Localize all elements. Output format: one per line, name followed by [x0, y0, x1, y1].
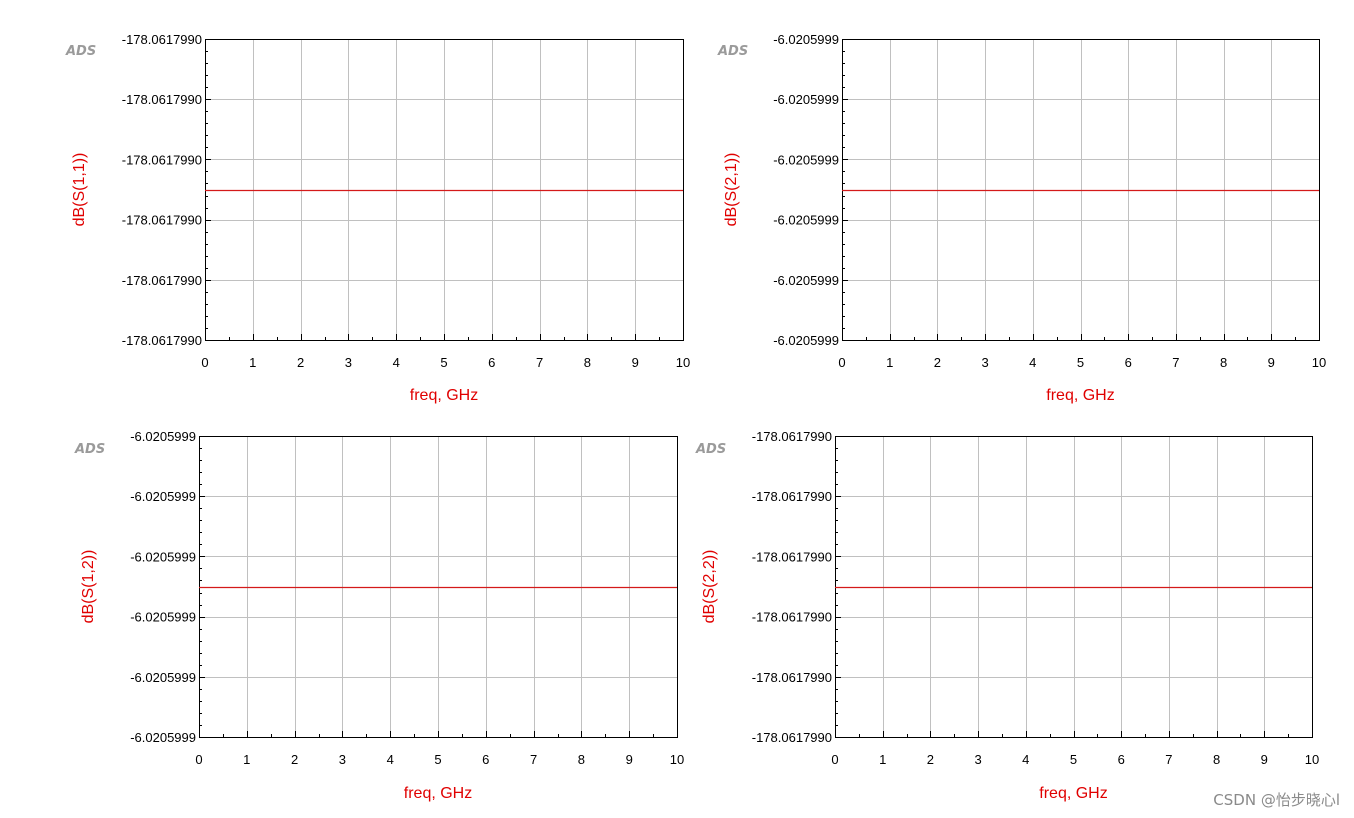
- x-tick-label: 1: [886, 355, 893, 370]
- y-tick-label: -178.0617990: [752, 429, 832, 444]
- y-tick-label: -6.0205999: [130, 549, 196, 564]
- y-tick-label: -6.0205999: [130, 610, 196, 625]
- x-tick-label: 3: [339, 752, 346, 767]
- x-axis-title: freq, GHz: [1039, 785, 1107, 802]
- x-tick-label: 1: [879, 752, 886, 767]
- x-tick-label: 4: [393, 355, 400, 370]
- y-tick-label: -6.0205999: [130, 670, 196, 685]
- x-tick-label: 8: [1220, 355, 1227, 370]
- y-tick-label: -178.0617990: [122, 32, 202, 47]
- x-tick-label: 10: [676, 355, 690, 370]
- x-tick-label: 10: [1312, 355, 1326, 370]
- x-tick-label: 10: [670, 752, 684, 767]
- ads-plot-canvas: 0 1 2 3 4 5 6 7 8 9 10-178.0617990-178.0617990-178…: [65, 32, 1326, 802]
- x-tick-label: 8: [1213, 752, 1220, 767]
- x-tick-label: 2: [934, 355, 941, 370]
- y-tick-label: -6.0205999: [130, 429, 196, 444]
- y-tick-label: -6.0205999: [130, 489, 196, 504]
- x-tick-label: 0: [831, 752, 838, 767]
- y-tick-label: -6.0205999: [773, 333, 839, 348]
- plot-3: 0 1 2 3 4 5 6 7 8 9 10 -6.0205999 -6.0205999 -6.02059…: [74, 429, 684, 802]
- ads-logo: ADS: [717, 44, 748, 59]
- x-tick-label: 7: [1165, 752, 1172, 767]
- y-tick-label: -6.0205999: [773, 273, 839, 288]
- x-tick-label: 7: [530, 752, 537, 767]
- x-axis-title: freq, GHz: [404, 785, 472, 802]
- x-tick-label: 5: [1077, 355, 1084, 370]
- plot-1: 0 1 2 3 4 5 6 7 8 9 10 -178.0617990 -178.0617990 -178…: [65, 32, 690, 404]
- x-tick-label: 9: [632, 355, 639, 370]
- x-tick-label: 9: [1268, 355, 1275, 370]
- x-tick-label: 5: [440, 355, 447, 370]
- x-tick-label: 6: [488, 355, 495, 370]
- ads-logo: ADS: [74, 442, 105, 457]
- x-tick-label: 10: [1305, 752, 1319, 767]
- y-axis-title: dB(S(2,2)): [701, 550, 718, 624]
- y-tick-label: -6.0205999: [773, 92, 839, 107]
- x-tick-label: 4: [1029, 355, 1036, 370]
- x-tick-label: 2: [291, 752, 298, 767]
- x-tick-label: 9: [1261, 752, 1268, 767]
- ads-logo: ADS: [65, 44, 96, 59]
- x-tick-label: 1: [243, 752, 250, 767]
- x-tick-label: 0: [201, 355, 208, 370]
- y-axis-title: dB(S(1,2)): [80, 550, 97, 624]
- y-tick-label: -178.0617990: [752, 610, 832, 625]
- x-tick-label: 4: [387, 752, 394, 767]
- x-tick-label: 0: [195, 752, 202, 767]
- x-tick-label: 7: [536, 355, 543, 370]
- x-tick-label: 0: [838, 355, 845, 370]
- x-tick-label: 6: [482, 752, 489, 767]
- y-tick-label: -178.0617990: [752, 670, 832, 685]
- y-tick-label: -178.0617990: [752, 549, 832, 564]
- x-tick-label: 2: [297, 355, 304, 370]
- x-tick-label: 3: [974, 752, 981, 767]
- x-tick-label: 6: [1125, 355, 1132, 370]
- x-tick-label: 3: [345, 355, 352, 370]
- x-tick-label: 1: [249, 355, 256, 370]
- x-tick-label: 5: [1070, 752, 1077, 767]
- y-tick-label: -178.0617990: [122, 273, 202, 288]
- y-tick-label: -178.0617990: [752, 730, 832, 745]
- y-tick-label: -178.0617990: [752, 489, 832, 504]
- x-axis-title: freq, GHz: [1046, 387, 1114, 404]
- y-axis-title: dB(S(1,1)): [71, 153, 88, 227]
- y-tick-label: -6.0205999: [773, 32, 839, 47]
- x-tick-label: 2: [927, 752, 934, 767]
- x-tick-label: 3: [981, 355, 988, 370]
- x-tick-label: 8: [584, 355, 591, 370]
- y-tick-label: -6.0205999: [773, 213, 839, 228]
- x-tick-label: 9: [626, 752, 633, 767]
- y-tick-label: -178.0617990: [122, 213, 202, 228]
- y-tick-label: -6.0205999: [773, 152, 839, 167]
- plot-2: 0 1 2 3 4 5 6 7 8 9 10 -6.0205999 -6.0205999 -6.02059…: [717, 32, 1326, 404]
- y-tick-label: -6.0205999: [130, 730, 196, 745]
- x-tick-label: 7: [1172, 355, 1179, 370]
- x-tick-label: 8: [578, 752, 585, 767]
- y-tick-label: -178.0617990: [122, 92, 202, 107]
- ads-logo: ADS: [695, 442, 726, 457]
- y-tick-label: -178.0617990: [122, 333, 202, 348]
- x-tick-label: 4: [1022, 752, 1029, 767]
- x-tick-label: 5: [434, 752, 441, 767]
- x-tick-label: 6: [1118, 752, 1125, 767]
- y-tick-label: -178.0617990: [122, 152, 202, 167]
- csdn-watermark: CSDN @怡步晓心l: [1213, 791, 1340, 809]
- plot-4: 0 1 2 3 4 5 6 7 8 9 10 -178.0617990 -178.0617990 -178…: [695, 429, 1319, 802]
- y-axis-title: dB(S(2,1)): [723, 153, 740, 227]
- x-axis-title: freq, GHz: [410, 387, 478, 404]
